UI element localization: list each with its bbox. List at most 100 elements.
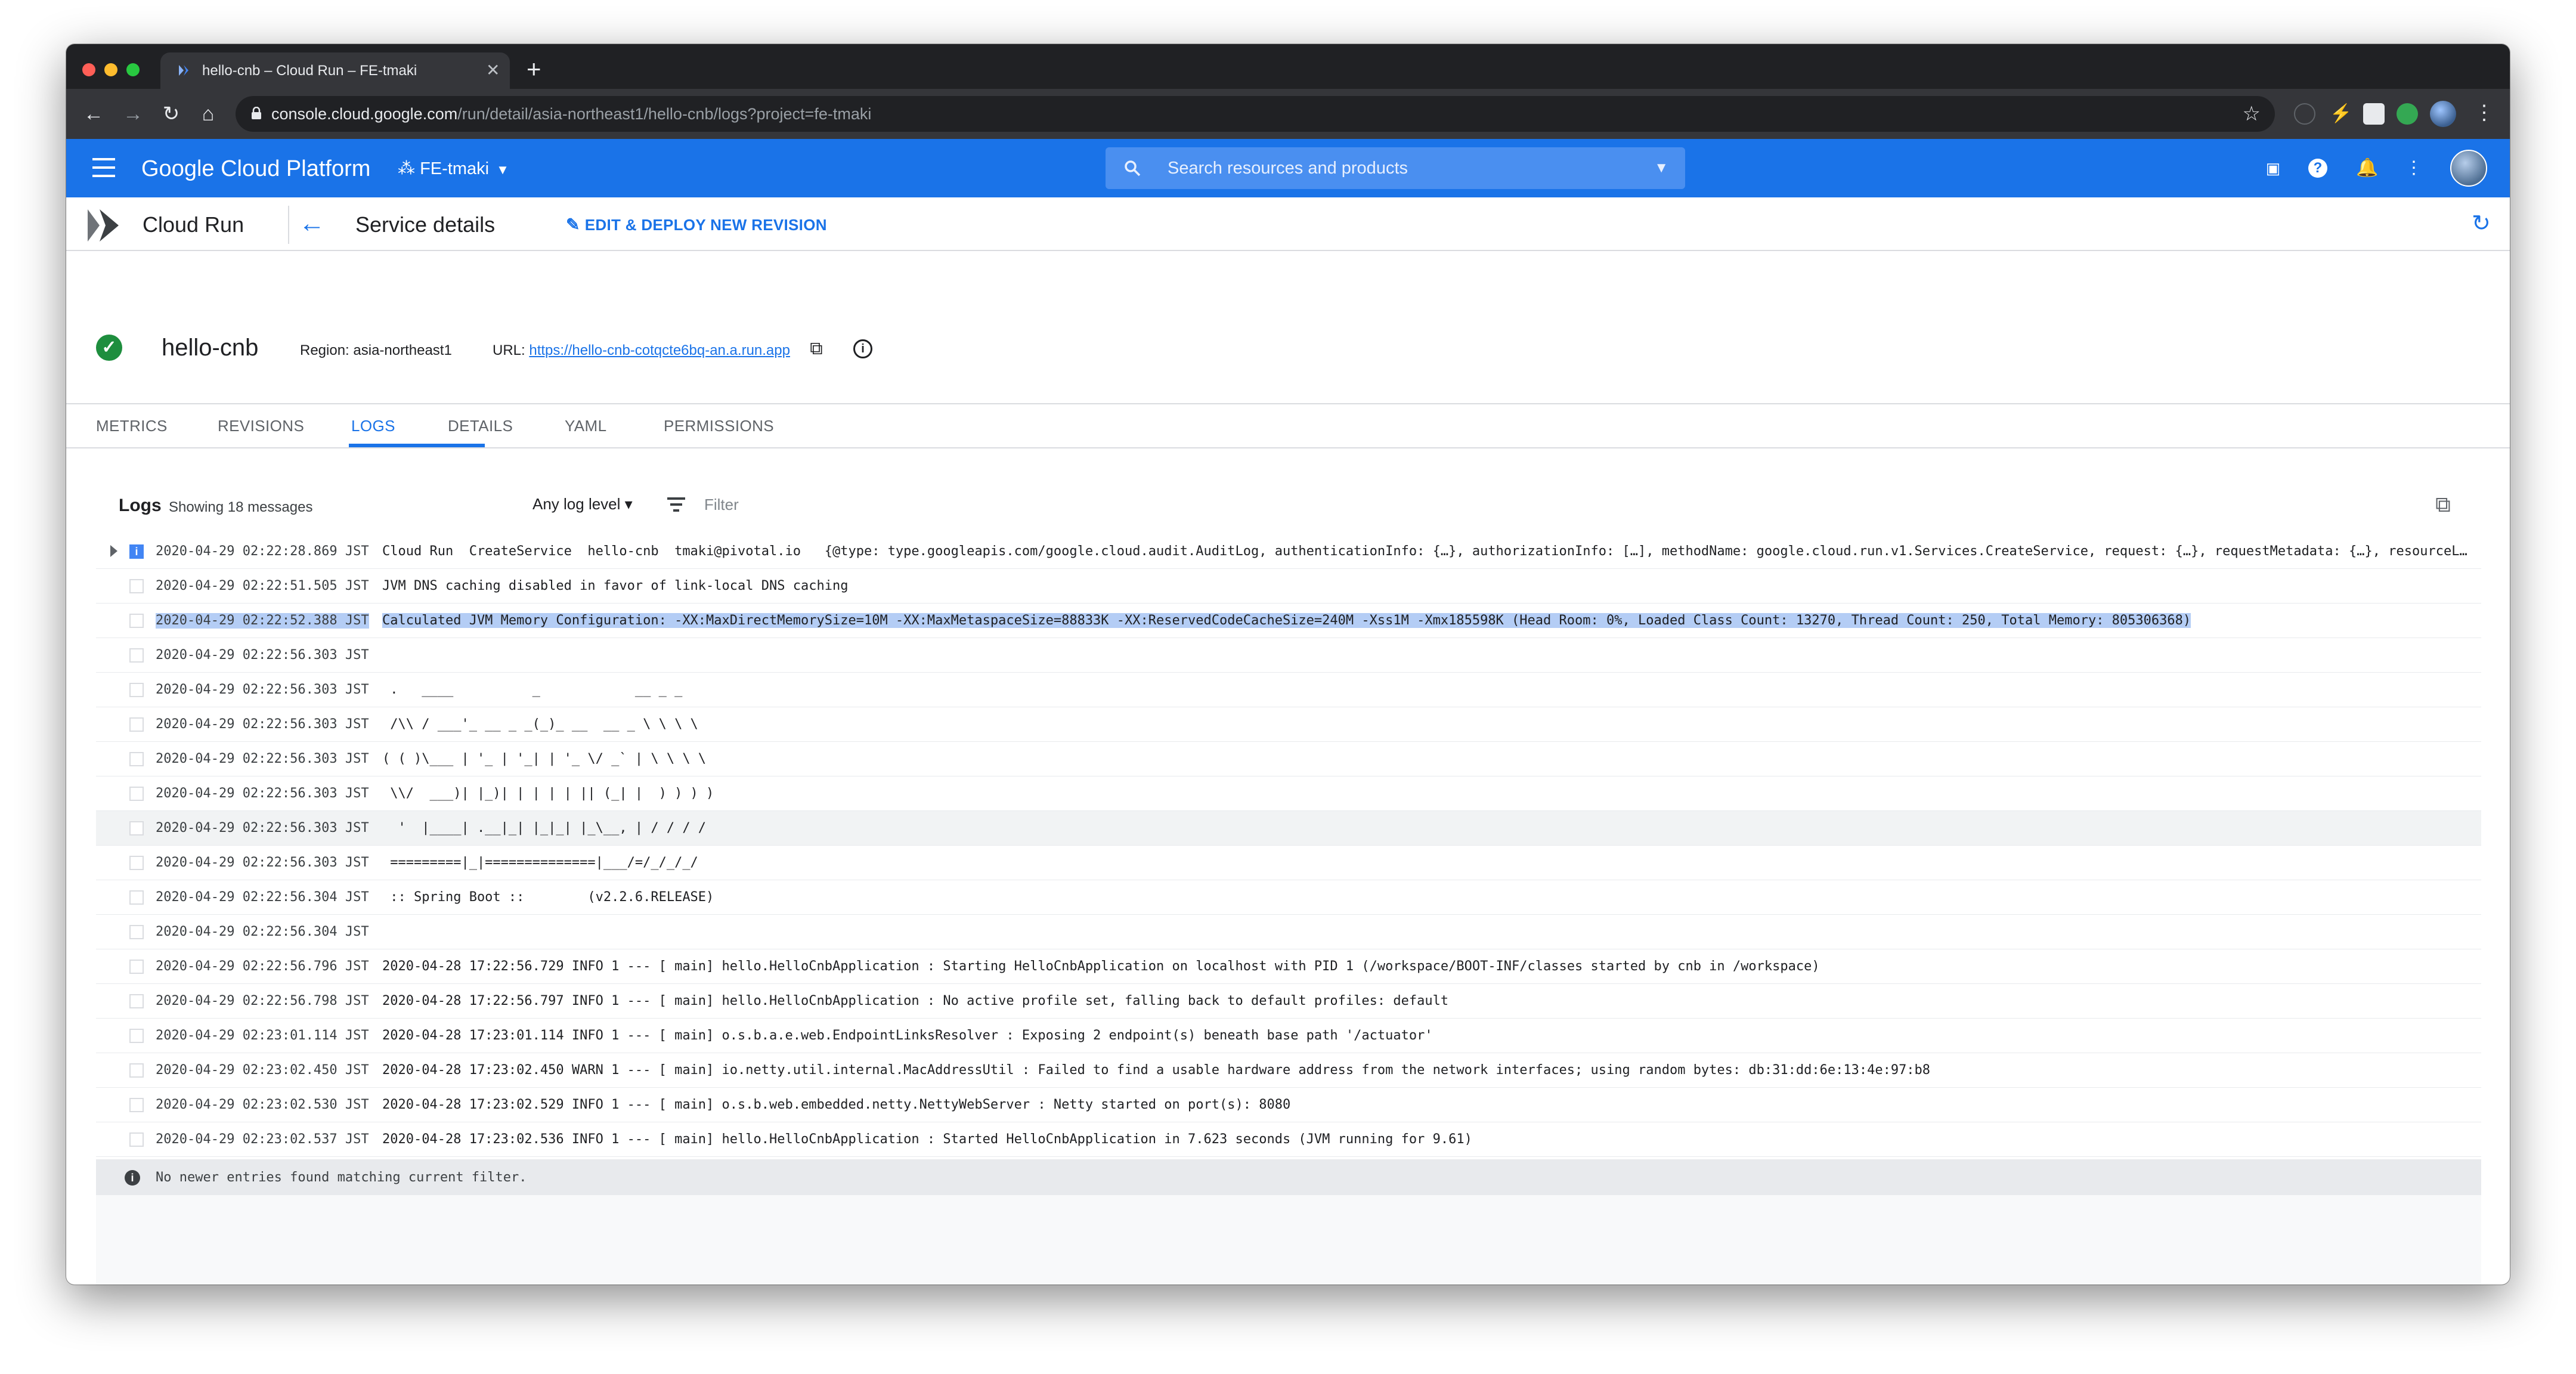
log-timestamp: 2020-04-29 02:23:01.114 JST	[156, 1028, 369, 1043]
extension-bolt-icon[interactable]: ⚡	[2330, 103, 2352, 125]
minimize-window-button[interactable]	[104, 63, 117, 76]
new-tab-button[interactable]: +	[527, 57, 541, 82]
profile-avatar[interactable]	[2430, 101, 2456, 127]
account-avatar[interactable]	[2450, 150, 2487, 187]
log-timestamp: 2020-04-29 02:22:56.303 JST	[156, 648, 369, 663]
tab-revisions[interactable]: REVISIONS	[218, 404, 304, 447]
back-arrow-icon[interactable]: ←	[299, 208, 325, 239]
extension-blocked-icon[interactable]	[2294, 103, 2315, 125]
project-dots-icon: ⁂	[398, 159, 420, 178]
log-row[interactable]: 2020-04-29 02:22:56.303 JST =========|_|…	[96, 846, 2481, 880]
forward-icon[interactable]: →	[120, 101, 146, 127]
log-row[interactable]: 2020-04-29 02:23:01.114 JST 2020-04-28 17…	[96, 1019, 2481, 1053]
maximize-window-button[interactable]	[126, 63, 140, 76]
log-row[interactable]: 2020-04-29 02:22:56.303 JST \\/ ___)| |_…	[96, 776, 2481, 811]
log-row[interactable]: i 2020-04-29 02:22:28.869 JST Cloud Run Cr…	[96, 534, 2481, 569]
dropdown-caret-icon: ▾	[624, 495, 633, 513]
back-icon[interactable]: ←	[80, 101, 107, 127]
tab-permissions[interactable]: PERMISSIONS	[664, 404, 774, 447]
log-timestamp: 2020-04-29 02:22:56.303 JST	[156, 751, 369, 766]
edit-deploy-button[interactable]: ✎ EDIT & DEPLOY NEW REVISION	[566, 214, 827, 236]
log-message: :: Spring Boot :: (v2.2.6.RELEASE)	[382, 890, 2469, 905]
browser-tab[interactable]: hello-cnb – Cloud Run – FE-tmaki ✕	[160, 52, 510, 89]
log-timestamp: 2020-04-29 02:22:56.303 JST	[156, 717, 369, 732]
tab-details[interactable]: DETAILS	[448, 404, 513, 447]
severity-default-icon	[129, 1063, 144, 1078]
gcp-title[interactable]: Google Cloud Platform	[141, 156, 370, 182]
log-row[interactable]: 2020-04-29 02:23:02.537 JST 2020-04-28 17…	[96, 1122, 2481, 1157]
cloud-shell-icon[interactable]: ▣	[2262, 157, 2284, 180]
service-info: ✓ hello-cnb Region: asia-northeast1 URL:…	[66, 252, 2510, 404]
log-row[interactable]: 2020-04-29 02:22:51.505 JST JVM DNS cachi…	[96, 569, 2481, 604]
log-row[interactable]: 2020-04-29 02:22:56.796 JST 2020-04-28 17…	[96, 949, 2481, 984]
chrome-menu-icon[interactable]: ⋮	[2474, 100, 2494, 126]
severity-default-icon	[129, 787, 144, 801]
refresh-icon[interactable]: ↻	[2472, 212, 2491, 236]
help-icon[interactable]: ?	[2308, 159, 2327, 178]
extension-tool-icon[interactable]	[2363, 103, 2385, 125]
log-message: 2020-04-28 17:22:56.729 INFO 1 --- [ mai…	[382, 959, 2469, 974]
active-tab-indicator	[349, 444, 485, 447]
log-empty-space	[96, 1195, 2481, 1285]
tab-close-icon[interactable]: ✕	[486, 61, 500, 80]
severity-default-icon	[129, 579, 144, 593]
address-bar[interactable]: console.cloud.google.com/run/detail/asia…	[236, 96, 2275, 132]
bookmark-star-icon[interactable]: ☆	[2243, 102, 2261, 126]
pencil-icon: ✎	[566, 215, 580, 234]
log-level-select[interactable]: Any log level ▾	[532, 494, 633, 514]
project-picker[interactable]: ⁂ FE-tmaki ▼	[398, 158, 509, 181]
log-row[interactable]: 2020-04-29 02:23:02.450 JST 2020-04-28 17…	[96, 1053, 2481, 1088]
log-row[interactable]: 2020-04-29 02:22:52.388 JST Calculated JV…	[96, 604, 2481, 638]
log-timestamp: 2020-04-29 02:22:56.303 JST	[156, 821, 369, 835]
log-timestamp: 2020-04-29 02:22:56.304 JST	[156, 890, 369, 905]
close-window-button[interactable]	[82, 63, 95, 76]
search-input[interactable]: Search resources and products ▼	[1106, 147, 1685, 189]
search-expand-icon[interactable]: ▼	[1654, 159, 1668, 177]
log-row[interactable]: 2020-04-29 02:22:56.798 JST 2020-04-28 17…	[96, 984, 2481, 1019]
log-row[interactable]: 2020-04-29 02:22:56.304 JST	[96, 915, 2481, 949]
open-in-new-icon[interactable]: ⧉	[2431, 493, 2455, 516]
log-row[interactable]: 2020-04-29 02:22:56.303 JST	[96, 638, 2481, 673]
log-message-text: 2020-04-28 17:23:02.529 INFO 1 --- [ mai…	[382, 1097, 1291, 1112]
severity-default-icon	[129, 717, 144, 732]
log-timestamp: 2020-04-29 02:22:56.303 JST	[156, 682, 369, 697]
log-row[interactable]: 2020-04-29 02:22:56.303 JST . ____ _ __ …	[96, 673, 2481, 707]
reload-icon[interactable]: ↻	[158, 101, 184, 127]
log-message: ( ( )\___ | '_ | '_| | '_ \/ _` | \ \ \ …	[382, 751, 2469, 767]
log-message: ' |____| .__|_| |_|_| |_\__, | / / / /	[382, 821, 2469, 836]
log-message: 2020-04-28 17:22:56.797 INFO 1 --- [ mai…	[382, 994, 2469, 1009]
log-timestamp: 2020-04-29 02:22:56.796 JST	[156, 959, 369, 974]
filter-icon[interactable]	[667, 497, 685, 512]
tab-title: hello-cnb – Cloud Run – FE-tmaki	[202, 63, 417, 79]
info-icon: i	[125, 1170, 140, 1186]
gcp-header: Google Cloud Platform ⁂ FE-tmaki ▼ Search…	[66, 139, 2510, 197]
url-path: /run/detail/asia-northeast1/hello-cnb/lo…	[457, 105, 872, 123]
log-message: 2020-04-28 17:23:01.114 INFO 1 --- [ mai…	[382, 1028, 2469, 1044]
service-bar: Cloud Run ← Service details ✎ EDIT & DEPL…	[66, 197, 2510, 251]
log-row[interactable]: 2020-04-29 02:22:56.303 JST ( ( )\___ | '…	[96, 742, 2481, 776]
hamburger-menu-icon[interactable]	[92, 158, 115, 177]
tab-metrics[interactable]: METRICS	[96, 404, 168, 447]
service-url-link[interactable]: https://hello-cnb-cotqcte6bq-an.a.run.ap…	[529, 342, 790, 358]
expand-arrow-icon[interactable]	[110, 545, 117, 557]
tab-yaml[interactable]: YAML	[565, 404, 606, 447]
notifications-bell-icon[interactable]: 🔔	[2356, 157, 2379, 180]
log-message: =========|_|==============|___/=/_/_/_/	[382, 855, 2469, 871]
log-row[interactable]: 2020-04-29 02:22:56.304 JST :: Spring Bo…	[96, 880, 2481, 915]
divider	[288, 206, 289, 244]
log-row[interactable]: 2020-04-29 02:22:56.303 JST /\\ / ___'_ …	[96, 707, 2481, 742]
log-row[interactable]: 2020-04-29 02:23:02.530 JST 2020-04-28 17…	[96, 1088, 2481, 1122]
log-message: Calculated JVM Memory Configuration: -XX…	[382, 613, 2469, 629]
filter-input[interactable]: Filter	[704, 495, 739, 514]
severity-default-icon	[129, 648, 144, 663]
home-icon[interactable]: ⌂	[195, 101, 221, 127]
log-message-text: =========|_|==============|___/=/_/_/_/	[382, 855, 698, 870]
severity-default-icon	[129, 994, 144, 1008]
copy-icon[interactable]: ⧉	[806, 338, 827, 360]
extension-green-icon[interactable]	[2397, 103, 2418, 125]
log-row[interactable]: 2020-04-29 02:22:56.303 JST ' |____| .__…	[96, 811, 2481, 846]
settings-dots-icon[interactable]: ⋮	[2402, 157, 2425, 180]
tab-logs[interactable]: LOGS	[351, 404, 395, 447]
log-message-text: 2020-04-28 17:23:01.114 INFO 1 --- [ mai…	[382, 1028, 1433, 1043]
info-icon[interactable]: i	[853, 339, 872, 358]
